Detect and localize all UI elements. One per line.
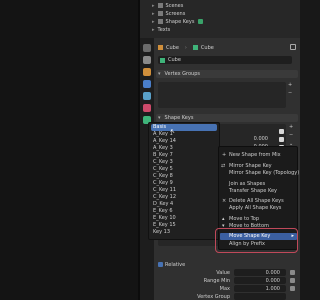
menu-item-move-to-top[interactable]: ▴ Move to Top <box>222 216 259 223</box>
outliner-item-texts[interactable]: ▸ Texts <box>152 26 170 33</box>
dropdown-item[interactable]: A_Key 1 <box>151 131 217 138</box>
vertex-group-field[interactable] <box>234 293 286 300</box>
dropdown-item[interactable]: C_Key 12 <box>151 194 217 201</box>
mesh-name: Cube <box>168 57 181 63</box>
range-min-label: Range Min <box>203 278 230 284</box>
dropdown-item[interactable]: E_Key 6 <box>151 208 217 215</box>
menu-item-delete-all[interactable]: × Delete All Shape Keys <box>222 198 284 205</box>
shape-key-icon <box>157 19 163 24</box>
expand-arrow-icon[interactable]: ▸ <box>152 3 155 9</box>
breadcrumb: Cube › Cube <box>158 44 214 51</box>
keyframe-dot-icon[interactable] <box>290 286 295 291</box>
menu-item-transfer-shape-key[interactable]: Transfer Shape Key <box>229 188 277 195</box>
dropdown-item[interactable]: D_Key 4 <box>151 201 217 208</box>
outliner-item-scenes[interactable]: ▸ Scenes <box>152 2 183 9</box>
relative-label: Relative <box>165 262 186 268</box>
remove-icon[interactable]: − <box>288 90 292 96</box>
expand-arrow-icon[interactable]: ▸ <box>152 27 155 33</box>
object-tab-icon[interactable] <box>143 68 151 76</box>
menu-item-join-as-shapes[interactable]: Join as Shapes <box>229 181 265 188</box>
add-icon[interactable]: + <box>288 82 292 88</box>
pin-icon[interactable] <box>290 44 296 50</box>
dropdown-item[interactable]: C_Key 5 <box>151 166 217 173</box>
vertex-group-list[interactable] <box>158 82 286 108</box>
outliner: ▸ Scenes ▸ Screens ▸ Shape Keys ▸ Texts <box>140 0 300 38</box>
dropdown-item[interactable]: E_Key 10 <box>151 215 217 222</box>
mute-checkbox[interactable] <box>279 129 284 134</box>
menu-item-new-shape-from-mix[interactable]: + New Shape from Mix <box>222 152 281 159</box>
highlight-outline <box>215 228 298 253</box>
max-label: Max <box>219 286 230 292</box>
screen-icon <box>157 11 163 16</box>
outliner-item-screens[interactable]: ▸ Screens <box>152 10 185 17</box>
vertex-group-label: Vertex Group <box>197 294 230 300</box>
menu-item-mirror-shape-key[interactable]: ⇄ Mirror Shape Key <box>221 163 272 170</box>
x-icon: × <box>222 198 227 204</box>
dropdown-item[interactable]: C_Key 11 <box>151 187 217 194</box>
shape-key-dropdown: Basis A_Key 1 A_Key 14 A_Key 3 B_Key 7 C… <box>148 122 220 240</box>
keyframe-dot-icon[interactable] <box>290 270 295 275</box>
dropdown-item[interactable]: A_Key 14 <box>151 138 217 145</box>
chevron-down-icon: ▾ <box>158 115 161 121</box>
dropdown-item[interactable]: E_Key 15 <box>151 222 217 229</box>
mesh-icon <box>192 45 198 50</box>
mouse-cursor-icon: ↖ <box>170 128 176 135</box>
keyframe-dot-icon[interactable] <box>290 278 295 283</box>
shape-key-datablock-icon <box>198 19 204 24</box>
plus-icon: + <box>222 152 227 158</box>
tool-tab-icon[interactable] <box>143 44 151 52</box>
viewport-area[interactable] <box>0 0 138 300</box>
particles-tab-icon[interactable] <box>143 92 151 100</box>
render-tab-icon[interactable] <box>143 56 151 64</box>
expand-arrow-icon[interactable]: ▸ <box>152 11 155 17</box>
chevron-down-icon: ▾ <box>158 71 161 77</box>
dropdown-item[interactable]: B_Key 7 <box>151 152 217 159</box>
menu-item-mirror-topology[interactable]: Mirror Shape Key (Topology) <box>229 170 299 177</box>
dropdown-item[interactable]: C_Key 3 <box>151 159 217 166</box>
menu-item-apply-all[interactable]: Apply All Shape Keys <box>229 205 281 212</box>
object-icon <box>158 45 163 50</box>
dropdown-item[interactable]: A_Key 3 <box>151 145 217 152</box>
modifier-tab-icon[interactable] <box>143 80 151 88</box>
add-icon[interactable]: + <box>289 124 293 130</box>
chevron-right-icon: › <box>184 44 187 51</box>
expand-arrow-icon[interactable]: ▸ <box>152 19 155 25</box>
arrow-up-icon: ▴ <box>222 216 225 222</box>
value-label: Value <box>216 270 230 276</box>
mute-checkbox[interactable] <box>279 137 284 142</box>
relative-checkbox[interactable] <box>158 262 163 267</box>
dropdown-item[interactable]: Basis <box>151 124 217 131</box>
mirror-icon: ⇄ <box>221 163 226 169</box>
dropdown-item[interactable]: C_Key 9 <box>151 180 217 187</box>
mesh-data-icon <box>160 57 165 63</box>
remove-icon[interactable]: − <box>289 132 293 138</box>
material-tab-icon[interactable] <box>143 104 151 112</box>
dropdown-item[interactable]: C_Key 8 <box>151 173 217 180</box>
outliner-item-shape-keys[interactable]: ▸ Shape Keys <box>152 18 206 25</box>
dropdown-item[interactable]: Key 13 <box>151 229 217 236</box>
scene-icon <box>157 3 163 8</box>
shape-key-value[interactable]: 0.000 <box>236 136 268 142</box>
